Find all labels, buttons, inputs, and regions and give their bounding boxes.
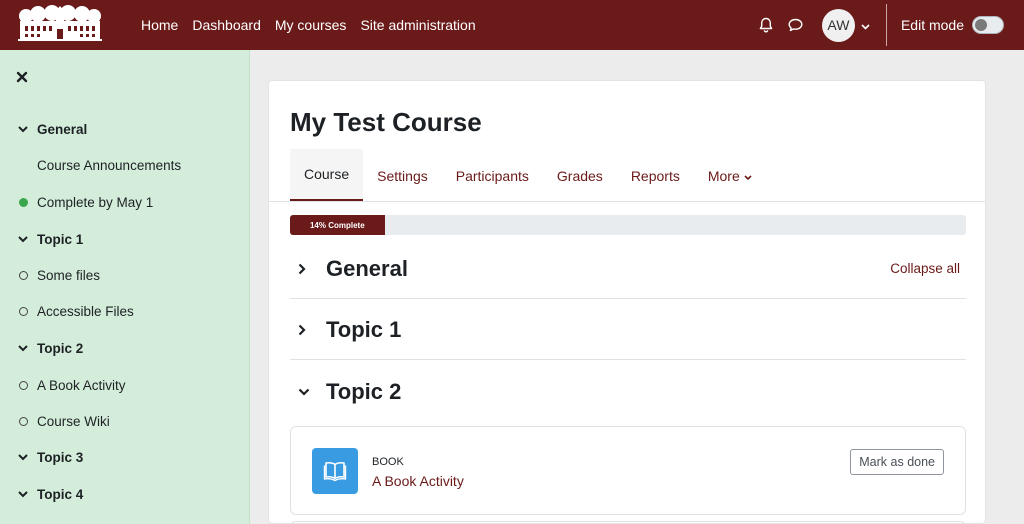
drawer-item-course-wiki[interactable]: Course Wiki	[16, 411, 110, 431]
chevron-down-icon	[861, 17, 870, 33]
drawer-item-some-files[interactable]: Some files	[16, 265, 100, 285]
chevron-right-icon[interactable]	[290, 324, 320, 336]
incomplete-ring-icon	[16, 270, 30, 280]
drawer-item-accessible-files[interactable]: Accessible Files	[16, 301, 134, 321]
chevron-down-icon	[744, 168, 752, 184]
chevron-down-icon	[16, 235, 30, 243]
toggle-knob	[975, 19, 987, 31]
chevron-down-icon[interactable]	[290, 388, 320, 396]
section-topic-1: Topic 1	[290, 300, 966, 360]
tab-more-label: More	[707, 167, 740, 184]
tab-reports[interactable]: Reports	[617, 149, 694, 202]
edit-mode-toggle[interactable]	[972, 16, 1004, 34]
close-icon[interactable]	[16, 70, 30, 84]
drawer-item-label: Topic 4	[37, 486, 84, 502]
drawer-item-label: Some files	[37, 267, 101, 283]
chevron-down-icon	[16, 344, 30, 352]
tab-course[interactable]: Course	[290, 149, 364, 202]
collapse-all-link[interactable]: Collapse all	[890, 261, 960, 276]
nav-site-administration-link[interactable]: Site administration	[353, 17, 482, 33]
drawer-section-topic-3[interactable]: Topic 3	[16, 447, 83, 467]
drawer-item-label: Topic 2	[37, 340, 84, 356]
course-index-drawer: General Course Announcements Complete by…	[0, 50, 250, 524]
drawer-item-label: Accessible Files	[37, 303, 134, 319]
notification-bell-icon[interactable]	[756, 15, 776, 35]
navbar-divider	[885, 4, 887, 46]
section-title[interactable]: General	[326, 256, 408, 282]
mark-as-done-button[interactable]: Mark as done	[850, 449, 944, 475]
completed-dot-icon	[16, 197, 30, 207]
avatar: AW	[821, 8, 855, 42]
top-navbar: Home Dashboard My courses Site administr…	[0, 0, 1024, 50]
drawer-section-topic-1[interactable]: Topic 1	[16, 229, 83, 249]
drawer-item-label: Course Wiki	[37, 413, 110, 429]
chevron-down-icon	[16, 453, 30, 461]
drawer-item-label: Topic 1	[37, 231, 84, 247]
tabs-divider	[269, 201, 985, 202]
drawer-section-topic-4[interactable]: Topic 4	[16, 484, 83, 504]
tab-more[interactable]: More	[694, 149, 766, 202]
user-navigation: AW Edit mode	[756, 0, 1004, 50]
nav-dashboard-link[interactable]: Dashboard	[185, 17, 268, 33]
course-progress-bar: 14% Complete	[290, 215, 966, 235]
activity-name-link[interactable]: A Book Activity	[372, 473, 464, 489]
drawer-item-label: Complete by May 1	[37, 194, 154, 210]
drawer-item-label: General	[37, 121, 88, 137]
site-logo[interactable]	[16, 5, 104, 45]
chevron-down-icon	[16, 490, 30, 498]
activity-type-label: BOOK	[372, 456, 404, 468]
drawer-item-label: A Book Activity	[37, 377, 126, 393]
primary-navigation: Home Dashboard My courses Site administr…	[134, 0, 483, 50]
tab-settings[interactable]: Settings	[363, 149, 442, 202]
secondary-navigation-tabs: Course Settings Participants Grades Repo…	[290, 149, 766, 202]
progress-fill: 14% Complete	[290, 215, 385, 235]
book-icon[interactable]	[312, 448, 358, 494]
nav-home-link[interactable]: Home	[134, 17, 185, 33]
page-title: My Test Course	[290, 107, 482, 137]
drawer-section-topic-2[interactable]: Topic 2	[16, 338, 83, 358]
section-title[interactable]: Topic 2	[326, 379, 401, 405]
section-topic-2: Topic 2	[290, 362, 966, 422]
tab-participants[interactable]: Participants	[442, 149, 543, 202]
drawer-item-label: Course Announcements	[37, 157, 182, 173]
drawer-item-label: Topic 3	[37, 449, 84, 465]
incomplete-ring-icon	[16, 380, 30, 390]
user-menu-toggle[interactable]: AW	[821, 8, 870, 42]
section-general: General Collapse all	[290, 239, 966, 299]
drawer-item-course-announcements[interactable]: Course Announcements	[37, 155, 181, 175]
drawer-item-a-book-activity[interactable]: A Book Activity	[16, 375, 126, 395]
incomplete-ring-icon	[16, 416, 30, 426]
chevron-down-icon	[16, 125, 30, 133]
messages-chat-icon[interactable]	[786, 15, 806, 35]
section-title[interactable]: Topic 1	[326, 317, 401, 343]
nav-my-courses-link[interactable]: My courses	[268, 17, 354, 33]
drawer-item-complete-by-may-1[interactable]: Complete by May 1	[16, 192, 153, 212]
edit-mode-label: Edit mode	[900, 17, 964, 33]
incomplete-ring-icon	[16, 306, 30, 316]
tab-grades[interactable]: Grades	[543, 149, 617, 202]
course-content-card: My Test Course Course Settings Participa…	[268, 80, 986, 524]
drawer-section-general[interactable]: General	[16, 119, 87, 139]
chevron-right-icon[interactable]	[290, 263, 320, 275]
activity-book: BOOK A Book Activity Mark as done	[290, 426, 966, 515]
